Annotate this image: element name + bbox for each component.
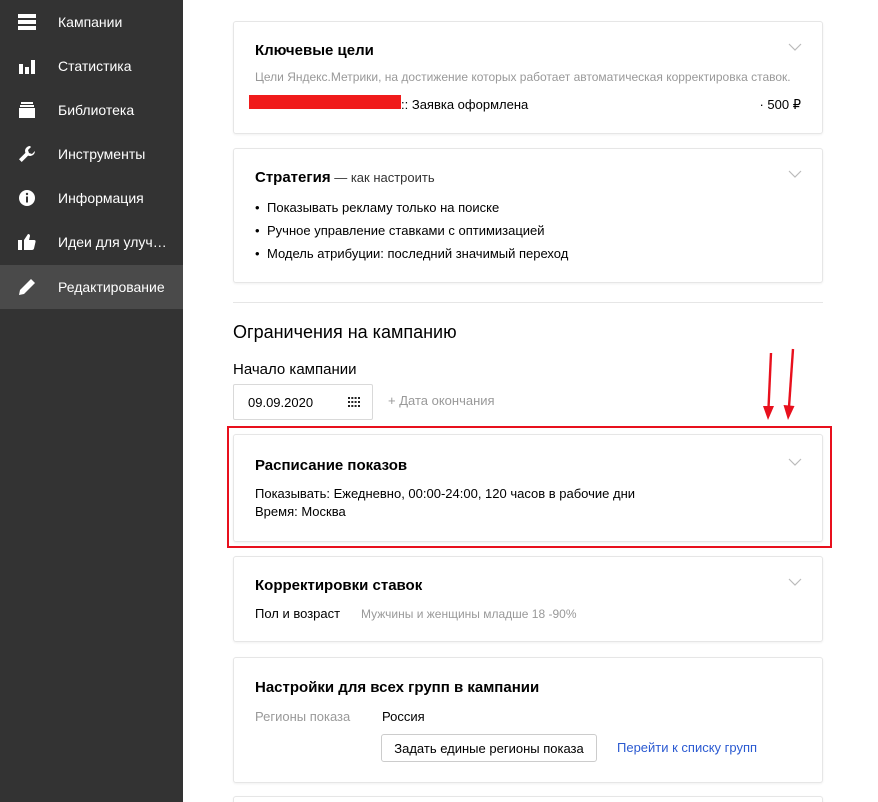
bid-adjustment-value: Мужчины и женщины младше 18 -90% [361, 607, 577, 621]
wrench-icon [16, 143, 38, 165]
calendar-icon[interactable] [348, 396, 360, 408]
regions-label: Регионы показа [255, 709, 351, 724]
sidebar-item-label: Инструменты [58, 146, 146, 162]
go-to-groups-link[interactable]: Перейти к списку групп [617, 740, 757, 755]
sidebar-item-info[interactable]: Информация [0, 176, 183, 220]
group-settings-title: Настройки для всех групп в кампании [255, 679, 540, 696]
annotation-highlight-box [227, 426, 832, 548]
start-date-label: Начало кампании [233, 361, 357, 378]
list-item: Модель атрибуции: последний значимый пер… [255, 242, 568, 265]
strategy-heading: Стратегия — как настроить [255, 169, 435, 186]
bar-chart-icon [16, 55, 38, 77]
strategy-list: Показывать рекламу только на поиске Ручн… [255, 196, 568, 265]
key-goals-title: Ключевые цели [255, 42, 374, 59]
start-date-value: 09.09.2020 [248, 394, 314, 410]
sidebar-item-editing[interactable]: Редактирование [0, 265, 183, 309]
sidebar-item-statistics[interactable]: Статистика [0, 44, 183, 88]
start-date-input[interactable]: 09.09.2020 [233, 384, 373, 420]
key-goals-card[interactable]: Ключевые цели Цели Яндекс.Метрики, на до… [233, 21, 823, 134]
sidebar-item-label: Статистика [58, 58, 132, 74]
list-item: Показывать рекламу только на поиске [255, 196, 568, 219]
regions-value: Россия [382, 709, 425, 724]
sidebar: Кампании Статистика Библиотека Инструмен… [0, 0, 183, 802]
goal-name: :: Заявка оформлена [401, 97, 529, 112]
bid-adjustment-label: Пол и возраст [255, 606, 341, 621]
sidebar-item-label: Кампании [58, 14, 123, 30]
strategy-title: Стратегия [255, 169, 331, 186]
library-icon [16, 99, 38, 121]
list-icon [16, 11, 38, 33]
sidebar-item-tools[interactable]: Инструменты [0, 132, 183, 176]
key-goals-description: Цели Яндекс.Метрики, на достижение котор… [255, 70, 791, 84]
set-common-regions-button[interactable]: Задать единые регионы показа [381, 734, 597, 762]
sidebar-item-label: Редактирование [58, 279, 165, 295]
list-item: Ручное управление ставками с оптимизацие… [255, 219, 568, 242]
add-end-date-link[interactable]: + Дата окончания [388, 393, 495, 408]
sidebar-item-label: Библиотека [58, 102, 135, 118]
goal-value: · 500 ₽ [759, 97, 801, 112]
next-card [233, 796, 823, 802]
restrictions-title: Ограничения на кампанию [233, 322, 457, 342]
thumbs-up-icon [16, 231, 38, 253]
sidebar-item-ideas[interactable]: Идеи для улучшения [0, 220, 183, 264]
annotation-arrows [763, 348, 795, 420]
chevron-down-icon[interactable] [788, 43, 802, 51]
strategy-card[interactable]: Стратегия — как настроить Показывать рек… [233, 148, 823, 283]
sidebar-item-campaigns[interactable]: Кампании [0, 0, 183, 44]
divider [233, 302, 823, 303]
chevron-down-icon[interactable] [788, 170, 802, 178]
pencil-icon [16, 276, 38, 298]
sidebar-item-label: Информация [58, 190, 144, 206]
redaction-mark [249, 95, 401, 109]
info-icon [16, 187, 38, 209]
sidebar-item-library[interactable]: Библиотека [0, 88, 183, 132]
strategy-howto-link[interactable]: — как настроить [331, 170, 434, 185]
sidebar-item-label: Идеи для улучшения [58, 234, 168, 250]
chevron-down-icon[interactable] [788, 578, 802, 586]
bid-adjustments-card[interactable]: Корректировки ставок Пол и возраст Мужчи… [233, 556, 823, 642]
bid-adjustments-title: Корректировки ставок [255, 577, 423, 594]
group-settings-card: Настройки для всех групп в кампании Реги… [233, 657, 823, 783]
